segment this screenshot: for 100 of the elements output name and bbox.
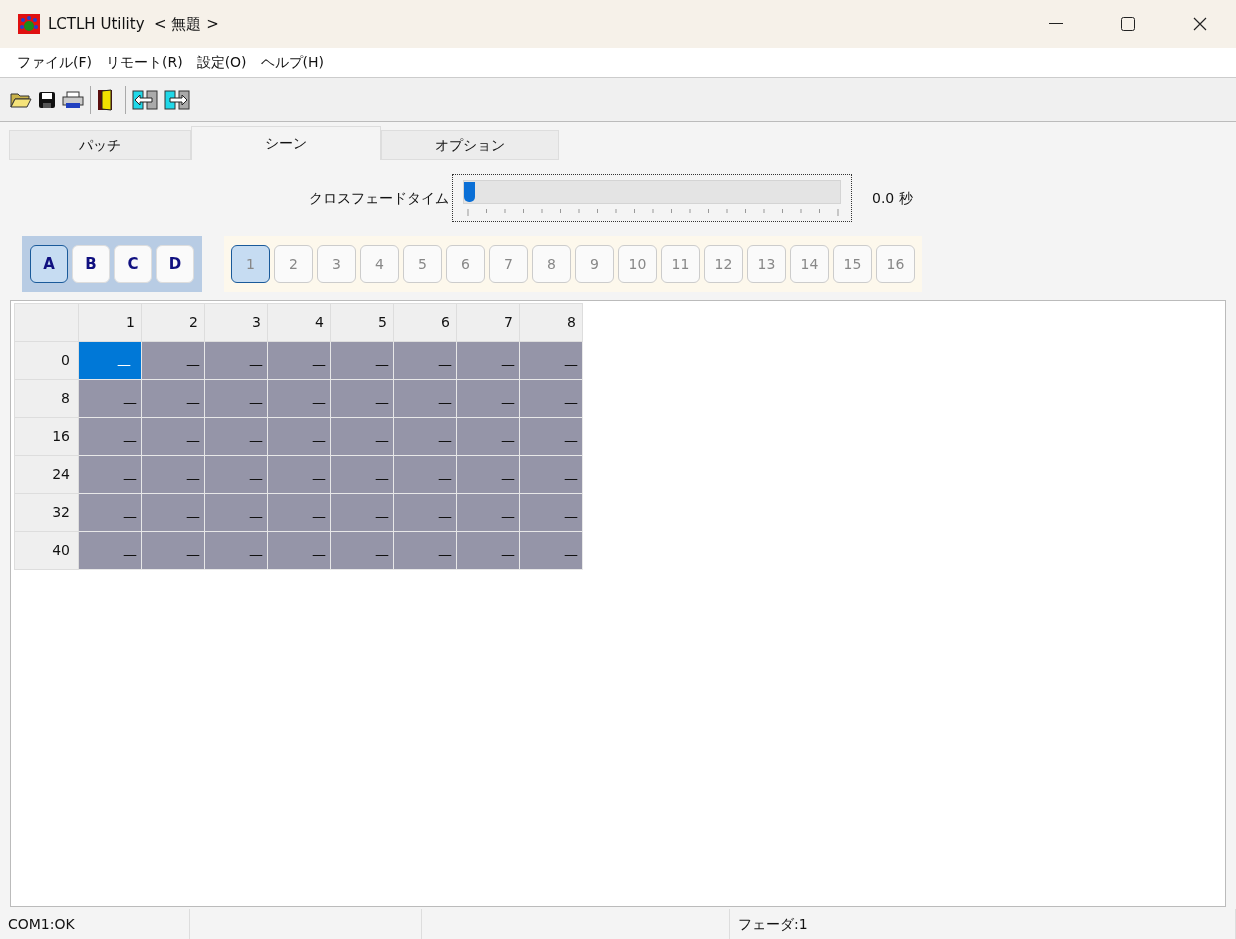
table-cell[interactable]: — (141, 417, 205, 456)
table-cell[interactable]: — (267, 493, 331, 532)
scene-button[interactable]: 12 (704, 245, 743, 283)
table-cell[interactable]: — (204, 493, 268, 532)
receive-icon[interactable] (132, 88, 158, 111)
table-cell[interactable]: — (141, 379, 205, 418)
table-cell[interactable]: — (519, 455, 583, 494)
row-header: 24 (14, 455, 79, 494)
column-header: 7 (456, 303, 520, 342)
table-cell[interactable]: — (267, 379, 331, 418)
row-header: 32 (14, 493, 79, 532)
bank-button[interactable]: D (156, 245, 194, 283)
slider-thumb[interactable] (464, 182, 475, 202)
column-header: 5 (330, 303, 394, 342)
scene-button[interactable]: 7 (489, 245, 528, 283)
table-cell[interactable]: — (393, 379, 457, 418)
menu-item[interactable]: 設定(O) (191, 52, 252, 73)
door-icon[interactable] (97, 88, 113, 111)
table-cell[interactable]: — (456, 493, 520, 532)
column-header: 4 (267, 303, 331, 342)
tab[interactable]: シーン (191, 126, 381, 160)
scene-button[interactable]: 2 (274, 245, 313, 283)
table-cell[interactable]: — (204, 341, 268, 380)
table-cell[interactable]: — (141, 493, 205, 532)
table-cell[interactable]: — (330, 455, 394, 494)
open-folder-icon[interactable] (10, 90, 32, 109)
table-cell[interactable]: — (78, 531, 142, 570)
table-cell[interactable]: — (204, 379, 268, 418)
send-icon[interactable] (164, 88, 190, 111)
table-cell[interactable]: — (141, 341, 205, 380)
table-cell[interactable]: — (78, 455, 142, 494)
tab[interactable]: オプション (381, 130, 559, 160)
table-cell[interactable]: — (519, 531, 583, 570)
scene-button[interactable]: 16 (876, 245, 915, 283)
tab[interactable]: パッチ (9, 130, 191, 160)
scene-button[interactable]: 15 (833, 245, 872, 283)
menu-item[interactable]: リモート(R) (101, 52, 188, 73)
bank-button[interactable]: C (114, 245, 152, 283)
scene-button[interactable]: 11 (661, 245, 700, 283)
column-header: 2 (141, 303, 205, 342)
table-cell[interactable]: — (78, 379, 142, 418)
table-cell[interactable]: — (519, 379, 583, 418)
printer-icon[interactable] (62, 90, 84, 109)
maximize-icon (1121, 17, 1135, 31)
table-cell[interactable]: — (78, 341, 142, 380)
scene-button[interactable]: 5 (403, 245, 442, 283)
table-cell[interactable]: — (78, 417, 142, 456)
table-cell[interactable]: — (267, 531, 331, 570)
menu-item[interactable]: ヘルプ(H) (255, 52, 330, 73)
table-cell[interactable]: — (519, 341, 583, 380)
table-cell[interactable]: — (393, 417, 457, 456)
table-cell[interactable]: — (78, 493, 142, 532)
table-cell[interactable]: — (456, 531, 520, 570)
scene-button[interactable]: 3 (317, 245, 356, 283)
table-cell[interactable]: — (393, 531, 457, 570)
menu-item[interactable]: ファイル(F) (12, 52, 97, 73)
scene-button[interactable]: 14 (790, 245, 829, 283)
bank-button[interactable]: B (72, 245, 110, 283)
table-cell[interactable]: — (519, 417, 583, 456)
save-icon[interactable] (38, 90, 56, 109)
column-header: 3 (204, 303, 268, 342)
table-cell[interactable]: — (141, 531, 205, 570)
crossfade-value: 0.0 秒 (872, 188, 913, 208)
table-cell[interactable]: — (393, 341, 457, 380)
scene-button[interactable]: 4 (360, 245, 399, 283)
column-header: 6 (393, 303, 457, 342)
table-cell[interactable]: — (393, 493, 457, 532)
status-text: COM1:OK (8, 914, 75, 934)
table-cell[interactable]: — (267, 417, 331, 456)
crossfade-slider[interactable] (463, 180, 841, 204)
close-icon (1193, 17, 1207, 31)
table-cell[interactable]: — (267, 341, 331, 380)
row-header: 40 (14, 531, 79, 570)
table-cell[interactable]: — (330, 531, 394, 570)
table-cell[interactable]: — (456, 455, 520, 494)
table-cell[interactable]: — (204, 417, 268, 456)
table-cell[interactable]: — (456, 379, 520, 418)
bank-button[interactable]: A (30, 245, 68, 283)
scene-button[interactable]: 9 (575, 245, 614, 283)
table-cell[interactable]: — (204, 455, 268, 494)
row-header: 16 (14, 417, 79, 456)
table-cell[interactable]: — (330, 379, 394, 418)
app-icon (18, 14, 40, 34)
scene-button[interactable]: 10 (618, 245, 657, 283)
table-cell[interactable]: — (204, 531, 268, 570)
scene-button[interactable]: 8 (532, 245, 571, 283)
table-cell[interactable]: — (267, 455, 331, 494)
scene-button[interactable]: 13 (747, 245, 786, 283)
window-title: LCTLH Utility < 無題 > (48, 13, 219, 35)
table-cell[interactable]: — (456, 341, 520, 380)
table-cell[interactable]: — (141, 455, 205, 494)
table-cell[interactable]: — (330, 493, 394, 532)
row-header: 8 (14, 379, 79, 418)
table-cell[interactable]: — (330, 417, 394, 456)
scene-button[interactable]: 6 (446, 245, 485, 283)
table-cell[interactable]: — (393, 455, 457, 494)
table-cell[interactable]: — (330, 341, 394, 380)
table-cell[interactable]: — (519, 493, 583, 532)
crossfade-label: クロスフェードタイム (308, 188, 449, 208)
table-cell[interactable]: — (456, 417, 520, 456)
